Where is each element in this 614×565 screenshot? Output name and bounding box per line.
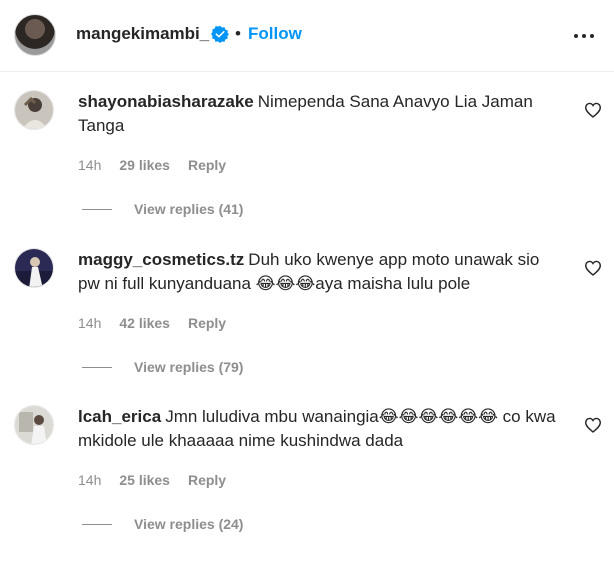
comment-meta: 14h 42 likes Reply [78,315,226,331]
replies-divider [82,523,112,525]
replies-divider [82,366,112,368]
author-username[interactable]: mangekimambi_ [76,24,209,44]
verified-badge-icon [211,25,229,43]
view-replies-button[interactable]: View replies (41) [82,201,243,217]
commenter-username[interactable]: lcah_erica [78,407,161,426]
author-avatar[interactable] [14,14,56,56]
reply-button[interactable]: Reply [188,315,226,331]
post-header: mangekimambi_ • Follow [0,0,614,72]
comment-likes[interactable]: 29 likes [119,157,170,173]
reply-button[interactable]: Reply [188,157,226,173]
replies-divider [82,208,112,210]
view-replies-button[interactable]: View replies (79) [82,359,243,375]
comment-body: maggy_cosmetics.tz Duh uko kwenye app mot… [78,248,558,296]
like-heart-icon[interactable] [584,102,602,118]
commenter-avatar[interactable] [14,405,54,445]
comment-meta: 14h 29 likes Reply [78,157,226,173]
more-options-icon[interactable] [572,26,596,46]
commenter-avatar[interactable] [14,90,54,130]
follow-button[interactable]: Follow [248,24,302,44]
comment-body: shayonabiasharazake Nimependa Sana Anavyo… [78,90,558,138]
commenter-avatar[interactable] [14,248,54,288]
comment-meta: 14h 25 likes Reply [78,472,226,488]
comment-time: 14h [78,315,102,331]
view-replies-label: View replies (41) [134,201,244,217]
comment-body: lcah_erica Jmn luludiva mbu wanaingia😂😂😂😂… [78,405,558,453]
commenter-username[interactable]: maggy_cosmetics.tz [78,250,244,269]
commenter-username[interactable]: shayonabiasharazake [78,92,254,111]
like-heart-icon[interactable] [584,260,602,276]
comment-likes[interactable]: 25 likes [119,472,170,488]
reply-button[interactable]: Reply [188,472,226,488]
view-replies-label: View replies (79) [134,359,244,375]
view-replies-label: View replies (24) [134,516,244,532]
comment-time: 14h [78,157,102,173]
header-separator: • [235,24,241,43]
comment-likes[interactable]: 42 likes [119,315,170,331]
view-replies-button[interactable]: View replies (24) [82,516,243,532]
like-heart-icon[interactable] [584,417,602,433]
comment-time: 14h [78,472,102,488]
